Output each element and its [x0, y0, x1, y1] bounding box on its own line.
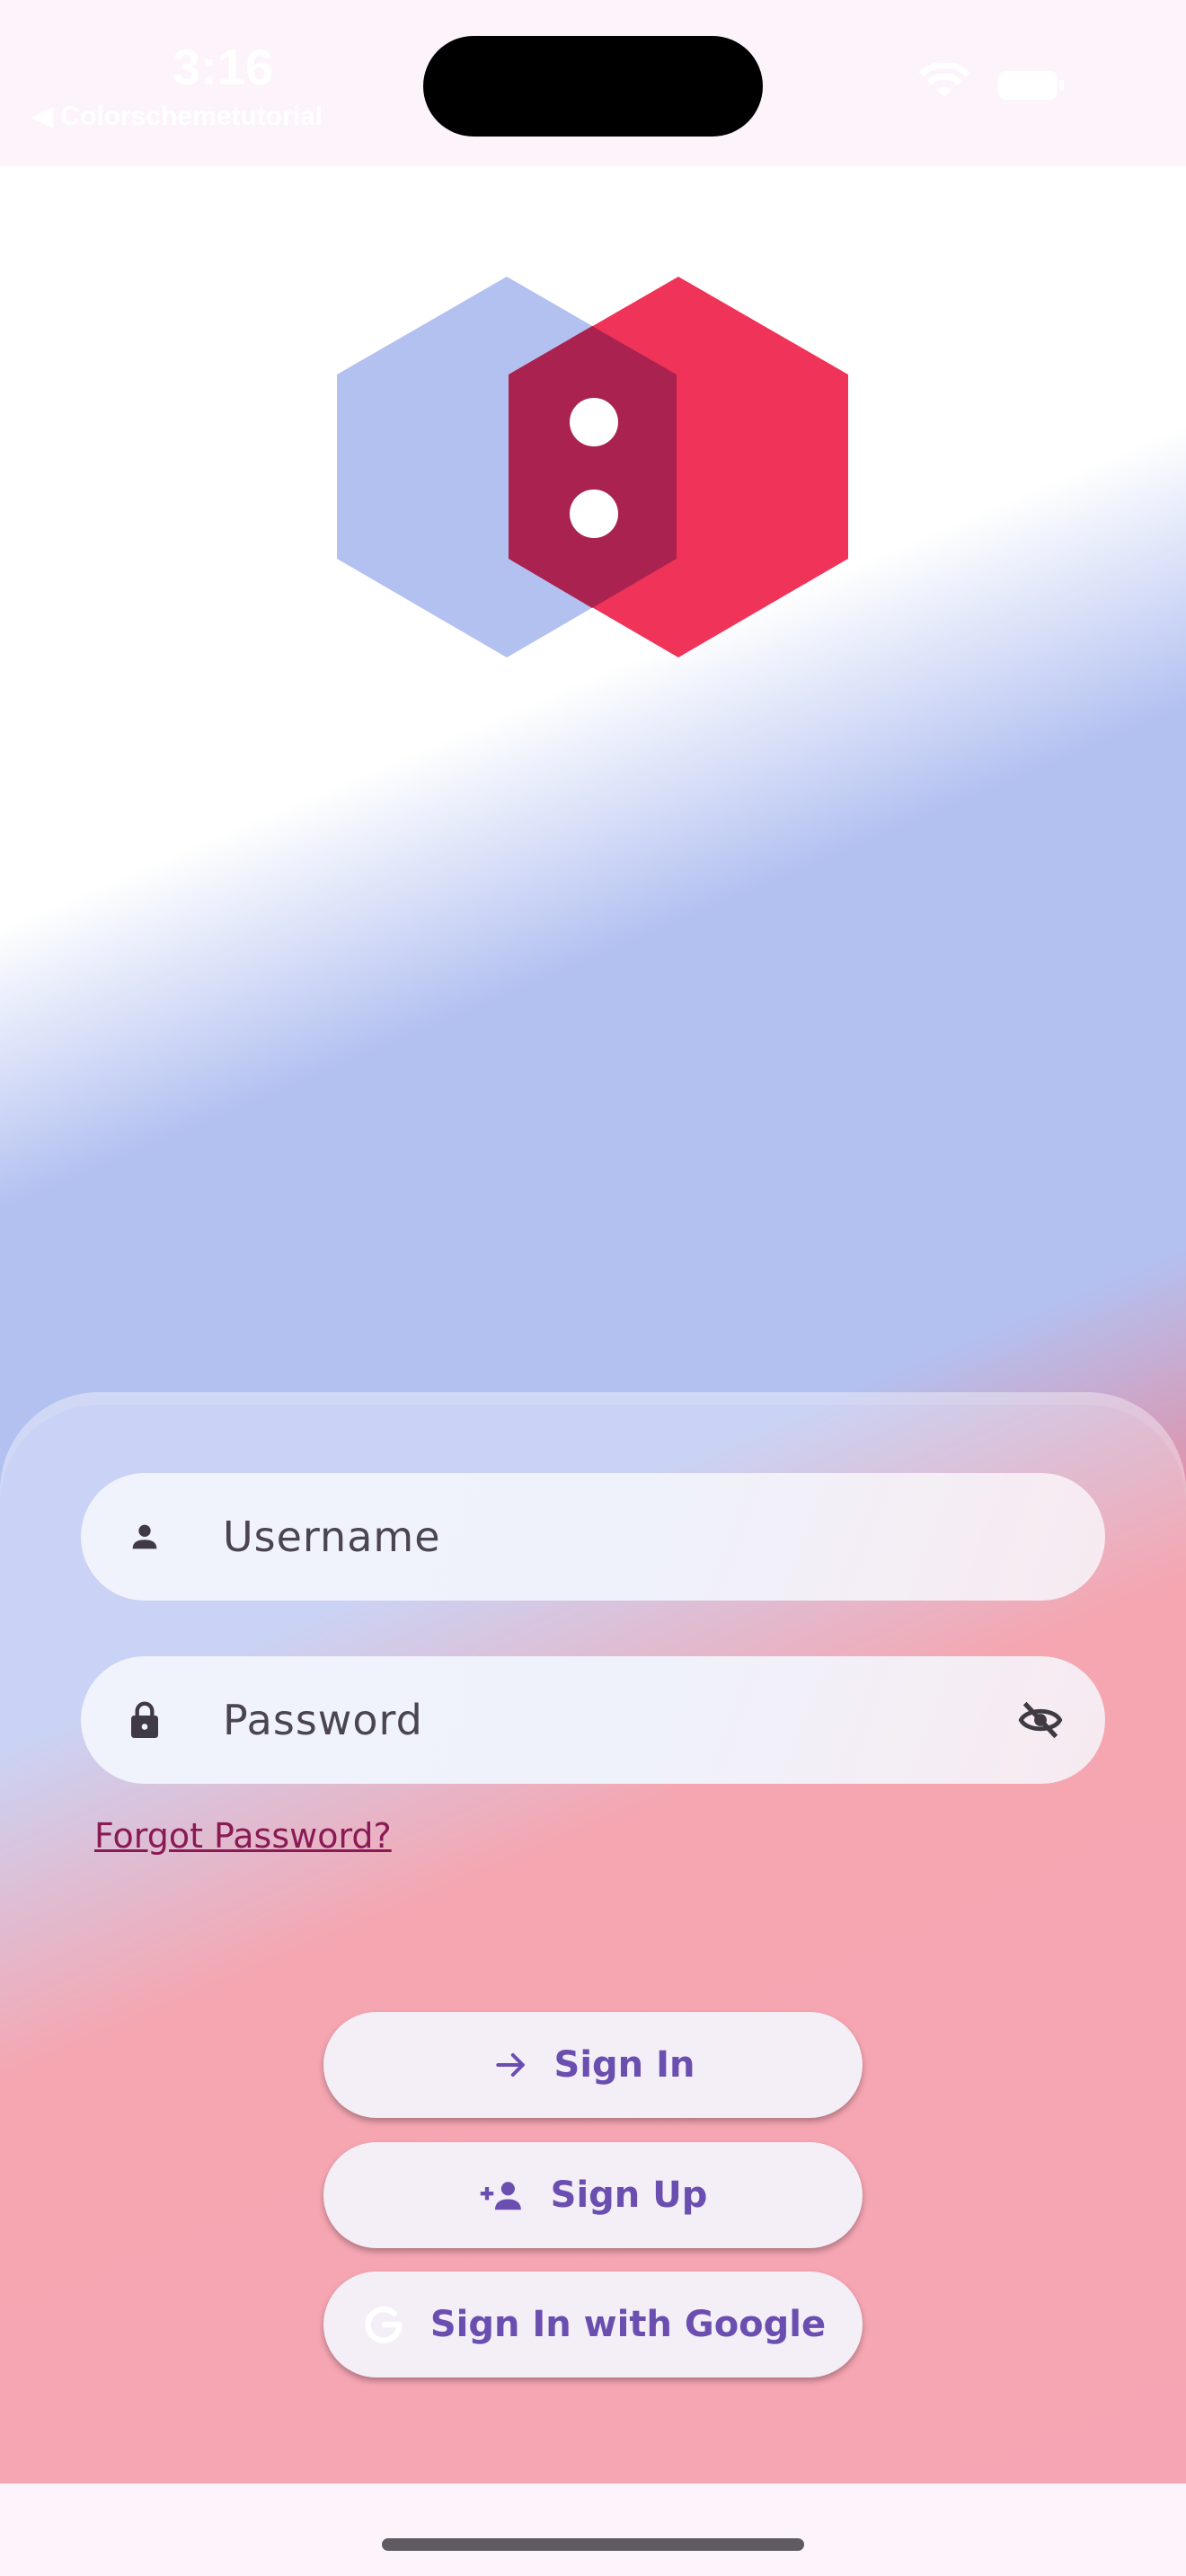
password-input[interactable] [221, 1683, 997, 1757]
sign-up-button[interactable]: Sign Up [323, 2142, 863, 2248]
sign-up-label: Sign Up [550, 2175, 708, 2216]
google-sign-in-button[interactable]: Sign In with Google [323, 2272, 863, 2378]
back-to-app-link[interactable]: ◀ Colorschemetutorial [32, 101, 323, 132]
person-add-icon [479, 2175, 527, 2215]
app-logo [332, 269, 854, 665]
forgot-password-link[interactable]: Forgot Password? [94, 1816, 392, 1856]
sign-in-label: Sign In [553, 2044, 695, 2086]
username-input[interactable] [221, 1500, 997, 1574]
person-icon [124, 1516, 165, 1557]
google-g-icon [360, 2301, 407, 2348]
status-time: 3:16 [173, 39, 274, 95]
bottom-safe-area [0, 2483, 1186, 2576]
arrow-right-icon [491, 2045, 531, 2085]
home-indicator[interactable] [382, 2538, 804, 2551]
username-field[interactable] [81, 1473, 1105, 1601]
lock-icon [124, 1699, 165, 1741]
battery-icon [997, 70, 1066, 104]
status-bar: 3:16 ◀ Colorschemetutorial [0, 0, 1186, 166]
login-screen: 3:16 ◀ Colorschemetutorial Username Forg… [0, 0, 1186, 2576]
google-sign-in-label: Sign In with Google [429, 2304, 827, 2345]
hexagon-logo-icon [337, 277, 848, 657]
visibility-off-icon[interactable] [1013, 1693, 1067, 1747]
sign-in-button[interactable]: Sign In [323, 2012, 863, 2118]
wifi-icon [918, 61, 970, 104]
password-field[interactable] [81, 1656, 1105, 1784]
dynamic-island [423, 36, 763, 137]
